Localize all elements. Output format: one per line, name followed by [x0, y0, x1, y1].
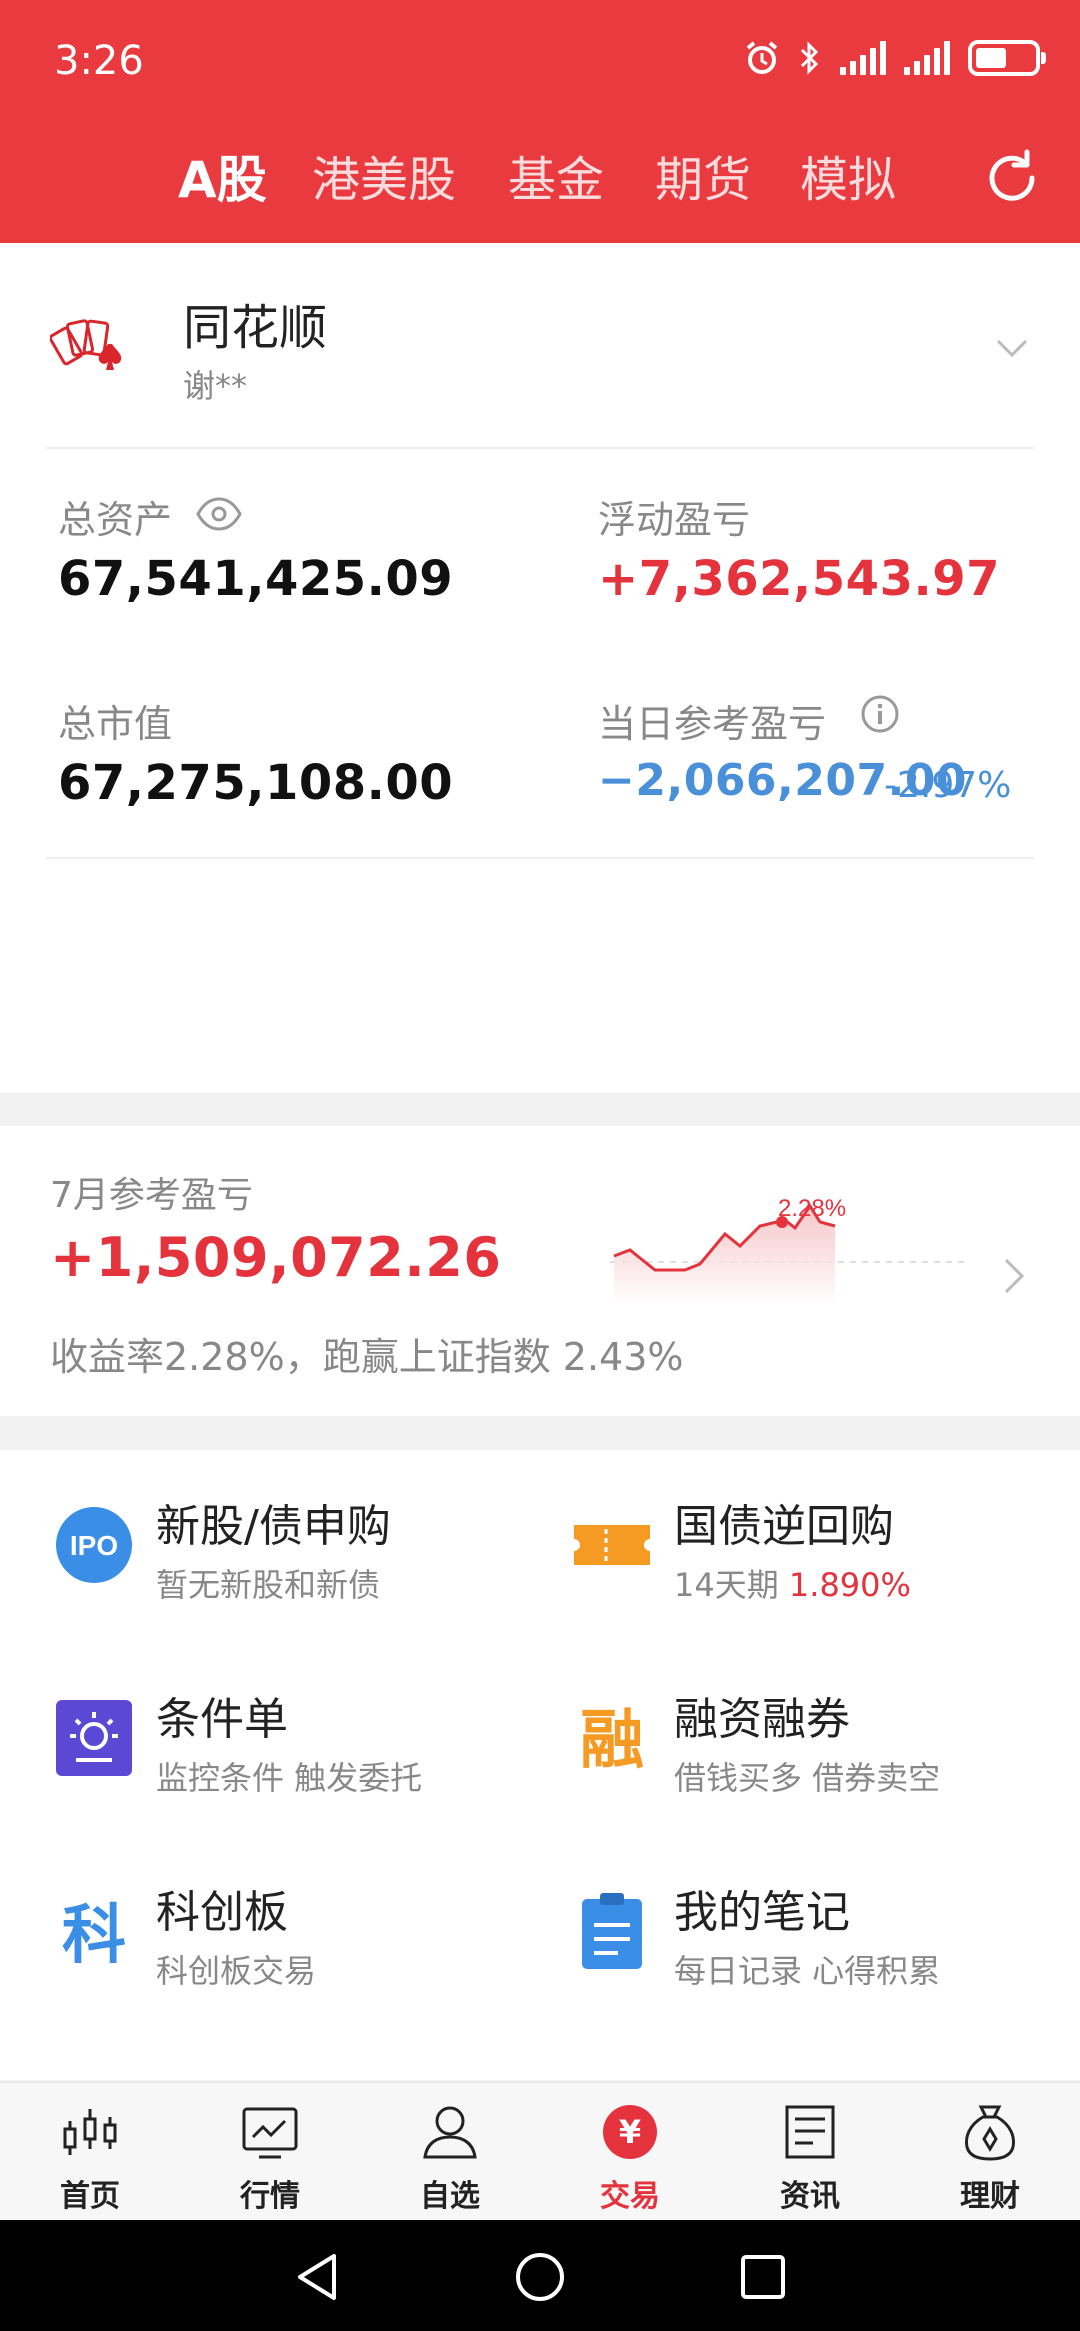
monthly-profit-desc: 收益率2.28%，跑赢上证指数 2.43% — [50, 1335, 684, 1379]
feature-subtitle: 监控条件 触发委托 — [156, 1759, 423, 1797]
account-user: 谢** — [183, 367, 248, 405]
chart-icon — [242, 2107, 298, 2159]
broker-name: 同花顺 — [183, 300, 328, 356]
feature-title: 条件单 — [156, 1694, 288, 1745]
star-market-icon: 科 — [62, 1899, 126, 1971]
condition-icon — [56, 1700, 132, 1776]
chevron-down-icon[interactable] — [994, 329, 1030, 365]
news-icon — [785, 2105, 835, 2159]
feature-title: 新股/债申购 — [156, 1501, 391, 1552]
divider — [46, 857, 1034, 859]
bluetooth-icon — [800, 41, 819, 75]
bottom-nav: 首页 行情 自选 ¥ 交易 资讯 理财 — [0, 2082, 1080, 2220]
feature-margin[interactable]: 融 融资融券 借钱买多 借券卖空 — [572, 1683, 1052, 1813]
quick-actions: 买 买入 卖 卖出 撤单 持仓 查询 — [0, 883, 1080, 1314]
info-icon[interactable] — [860, 694, 900, 734]
chevron-right-icon[interactable] — [1000, 1256, 1030, 1296]
svg-text:科: 科 — [62, 1899, 126, 1971]
feature-title: 国债逆回购 — [674, 1501, 894, 1552]
recents-icon[interactable] — [736, 2250, 790, 2304]
repo-term: 14天期 — [674, 1566, 779, 1604]
refresh-icon[interactable] — [980, 146, 1044, 210]
candlestick-icon — [63, 2109, 117, 2155]
feature-title: 融资融券 — [674, 1694, 850, 1745]
nav-home[interactable]: 首页 — [30, 2103, 150, 2215]
feature-grid: IPO 新股/债申购 暂无新股和新债 国债逆回购 14天期 1.890% 条件单… — [0, 1450, 1080, 2080]
feature-subtitle: 借钱买多 借券卖空 — [674, 1759, 941, 1797]
ipo-icon: IPO — [56, 1507, 132, 1583]
battery-icon — [968, 40, 1046, 76]
profit-sparkline: 2.28% — [610, 1195, 970, 1306]
svg-text:¥: ¥ — [619, 2113, 641, 2151]
broker-logo-icon — [50, 319, 122, 370]
status-icons — [744, 40, 1046, 76]
user-star-icon — [423, 2106, 477, 2159]
market-value-value: 67,275,108.00 — [58, 755, 454, 811]
ticket-icon — [574, 1525, 650, 1565]
nav-market[interactable]: 行情 — [210, 2103, 330, 2215]
float-pl-label: 浮动盈亏 — [598, 498, 751, 542]
money-bag-icon — [965, 2105, 1015, 2161]
divider — [46, 447, 1034, 449]
market-tabs: A股 港美股 基金 期货 模拟 — [0, 145, 1080, 215]
notes-icon — [582, 1893, 642, 1969]
repo-rate: 1.890% — [788, 1566, 911, 1604]
back-icon[interactable] — [290, 2250, 344, 2304]
tab-fund[interactable]: 基金 — [508, 145, 604, 215]
monthly-profit-title: 7月参考盈亏 — [50, 1175, 253, 1216]
header: 3:26 A股 港美股 基金 期货 模拟 — [0, 0, 1080, 243]
margin-icon: 融 — [580, 1704, 644, 1778]
feature-notes[interactable]: 我的笔记 每日记录 心得积累 — [572, 1876, 1052, 2006]
feature-subtitle: 科创板交易 — [156, 1952, 317, 1990]
home-icon[interactable] — [513, 2250, 567, 2304]
alarm-icon — [746, 41, 778, 74]
float-pl-value: +7,362,543.97 — [598, 551, 1001, 607]
signal-1-icon — [840, 41, 886, 75]
svg-text:IPO: IPO — [70, 1530, 118, 1561]
nav-finance[interactable]: 理财 — [930, 2103, 1050, 2215]
monthly-profit-value: +1,509,072.26 — [50, 1226, 502, 1289]
nav-watchlist[interactable]: 自选 — [390, 2103, 510, 2215]
account-card: 同花顺 谢** 总资产 67,541,425.09 浮动盈亏 +7,362,54… — [0, 243, 1080, 1314]
feature-subtitle: 暂无新股和新债 — [156, 1566, 381, 1604]
signal-2-icon — [904, 41, 950, 75]
yuan-icon: ¥ — [603, 2105, 657, 2159]
svg-text:融: 融 — [580, 1704, 644, 1778]
feature-title: 我的笔记 — [674, 1887, 850, 1938]
tab-simulation[interactable]: 模拟 — [800, 145, 896, 215]
market-value-label: 总市值 — [58, 702, 173, 746]
feature-title: 科创板 — [156, 1887, 288, 1938]
feature-repo[interactable]: 国债逆回购 14天期 1.890% — [572, 1490, 1052, 1620]
sparkline-label: 2.28% — [778, 1195, 846, 1222]
nav-trade[interactable]: ¥ 交易 — [570, 2103, 690, 2215]
daily-pl-label: 当日参考盈亏 — [598, 702, 827, 746]
tab-hk-us[interactable]: 港美股 — [312, 145, 456, 215]
feature-ipo[interactable]: IPO 新股/债申购 暂无新股和新债 — [54, 1490, 534, 1620]
total-assets-label: 总资产 — [58, 498, 173, 542]
tab-futures[interactable]: 期货 — [655, 145, 751, 215]
nav-news[interactable]: 资讯 — [750, 2103, 870, 2215]
total-assets-value: 67,541,425.09 — [58, 551, 454, 607]
system-navigation-bar — [0, 2220, 1080, 2331]
tab-a-share[interactable]: A股 — [178, 145, 267, 215]
eye-icon[interactable] — [196, 494, 242, 534]
feature-subtitle: 14天期 1.890% — [674, 1560, 911, 1606]
feature-condition-order[interactable]: 条件单 监控条件 触发委托 — [54, 1683, 534, 1813]
daily-pl-percent: -2.97% — [884, 765, 1012, 806]
status-time: 3:26 — [54, 38, 144, 84]
feature-star-market[interactable]: 科 科创板 科创板交易 — [54, 1876, 534, 2006]
monthly-profit-card[interactable]: 7月参考盈亏 +1,509,072.26 收益率2.28%，跑赢上证指数 2.4… — [0, 1126, 1080, 1416]
feature-subtitle: 每日记录 心得积累 — [674, 1952, 941, 1990]
